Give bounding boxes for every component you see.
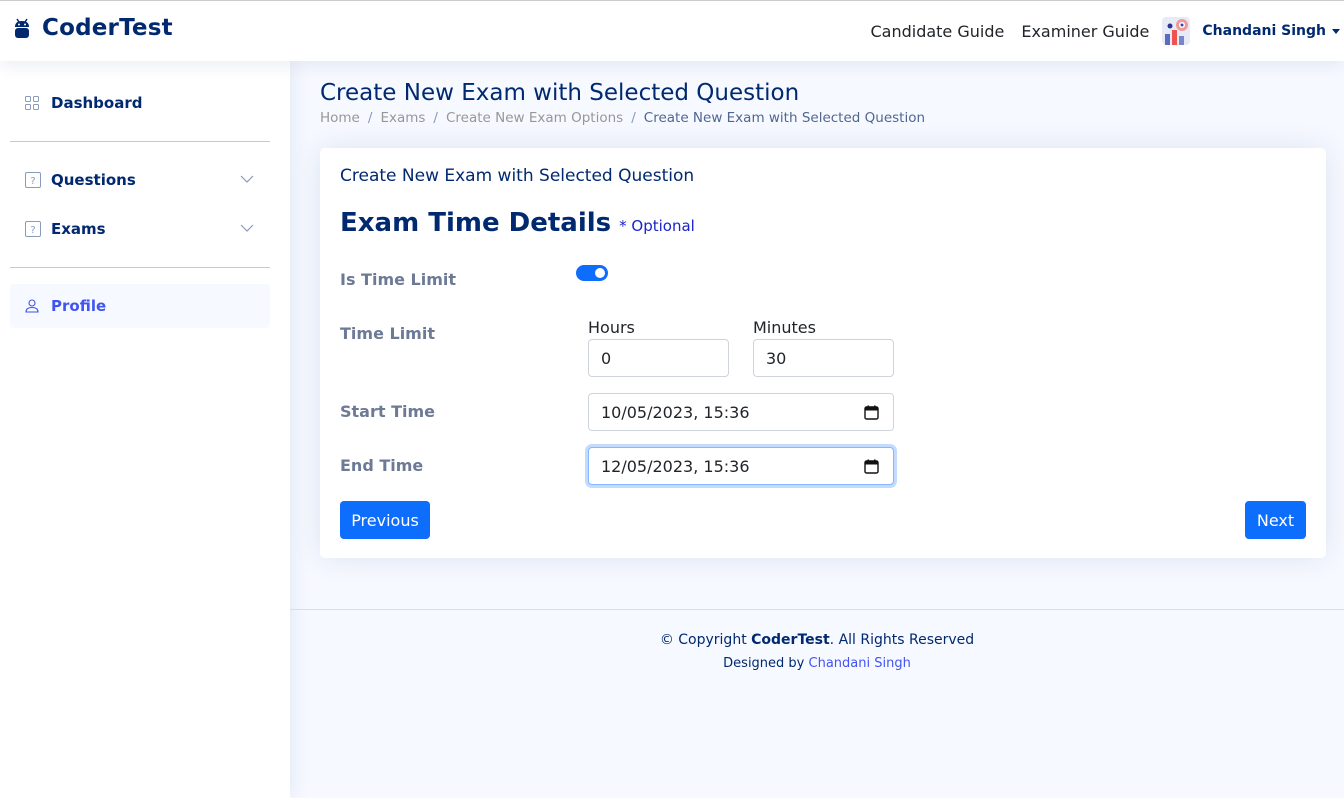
is-time-limit-label: Is Time Limit	[340, 270, 457, 289]
copyright: © Copyright CoderTest. All Rights Reserv…	[290, 632, 1344, 648]
sidebar-item-questions[interactable]: ? Questions	[10, 158, 270, 202]
question-icon: ?	[25, 221, 41, 237]
sidebar-divider	[10, 267, 270, 268]
candidate-guide-link[interactable]: Candidate Guide	[870, 22, 1004, 41]
breadcrumb-home[interactable]: Home	[320, 110, 360, 126]
copyright-suffix: . All Rights Reserved	[829, 632, 975, 648]
end-time-value: 12/05/2023, 15:36	[601, 456, 750, 476]
end-time-input[interactable]: 12/05/2023, 15:36	[588, 447, 894, 485]
page-title: Create New Exam with Selected Question	[320, 80, 800, 106]
minutes-input[interactable]: 30	[753, 339, 894, 377]
copyright-brand: CoderTest	[751, 632, 830, 648]
avatar[interactable]	[1162, 17, 1191, 45]
hours-label: Hours	[588, 318, 635, 337]
page-title-block: Create New Exam with Selected Question H…	[320, 80, 925, 126]
time-limit-toggle[interactable]	[576, 265, 608, 281]
footer: © Copyright CoderTest. All Rights Reserv…	[290, 609, 1344, 671]
section-heading: Exam Time Details * Optional	[340, 208, 695, 238]
examiner-guide-link[interactable]: Examiner Guide	[1021, 22, 1149, 41]
calendar-icon[interactable]	[864, 459, 879, 474]
svg-text:?: ?	[30, 176, 35, 187]
exam-time-card: Create New Exam with Selected Question E…	[320, 148, 1326, 558]
top-header: CoderTest Candidate Guide Examiner Guide…	[0, 0, 1344, 61]
person-icon	[25, 299, 39, 313]
minutes-label: Minutes	[753, 318, 816, 337]
start-time-value: 10/05/2023, 15:36	[601, 402, 750, 422]
designer-link[interactable]: Chandani Singh	[809, 656, 911, 671]
breadcrumb-separator: /	[631, 110, 636, 126]
end-time-label: End Time	[340, 456, 424, 475]
optional-note: * Optional	[619, 217, 695, 235]
credits: Designed by Chandani Singh	[290, 656, 1344, 671]
designed-by-label: Designed by	[723, 656, 809, 671]
sidebar-item-label: Profile	[51, 297, 107, 315]
next-button[interactable]: Next	[1245, 501, 1306, 539]
breadcrumb-exams[interactable]: Exams	[380, 110, 425, 126]
sidebar-item-label: Dashboard	[51, 94, 143, 112]
sidebar-item-profile[interactable]: Profile	[10, 284, 270, 328]
sidebar-item-exams[interactable]: ? Exams	[10, 207, 270, 251]
app-name: CoderTest	[42, 15, 173, 41]
breadcrumb-create-options[interactable]: Create New Exam Options	[446, 110, 623, 126]
android-logo-icon	[15, 18, 29, 38]
chevron-down-icon[interactable]	[1332, 28, 1340, 34]
sidebar-item-dashboard[interactable]: Dashboard	[10, 81, 270, 125]
breadcrumb: Home / Exams / Create New Exam Options /…	[320, 110, 925, 126]
breadcrumb-separator: /	[367, 110, 373, 126]
copyright-prefix: © Copyright	[659, 632, 752, 648]
app-logo[interactable]: CoderTest	[14, 15, 173, 41]
card-title: Create New Exam with Selected Question	[340, 166, 695, 186]
start-time-label: Start Time	[340, 402, 435, 421]
top-nav: Candidate Guide Examiner Guide Chandani …	[870, 1, 1344, 61]
user-name[interactable]: Chandani Singh	[1202, 23, 1326, 39]
previous-button[interactable]: Previous	[340, 501, 430, 539]
question-icon: ?	[25, 172, 41, 188]
svg-text:?: ?	[30, 225, 35, 236]
sidebar-item-label: Exams	[51, 220, 106, 238]
sidebar: Dashboard ? Questions ? Exams Profile	[0, 61, 290, 798]
breadcrumb-separator: /	[433, 110, 438, 126]
breadcrumb-current: Create New Exam with Selected Question	[643, 110, 926, 126]
hours-input[interactable]: 0	[588, 339, 729, 377]
section-title: Exam Time Details	[340, 208, 612, 238]
time-limit-label: Time Limit	[340, 324, 435, 343]
chevron-down-icon[interactable]	[240, 174, 254, 184]
calendar-icon[interactable]	[864, 405, 879, 420]
chevron-down-icon[interactable]	[240, 223, 254, 233]
sidebar-item-label: Questions	[51, 171, 136, 189]
grid-icon	[25, 96, 39, 110]
start-time-input[interactable]: 10/05/2023, 15:36	[588, 393, 894, 431]
sidebar-divider	[10, 141, 270, 142]
